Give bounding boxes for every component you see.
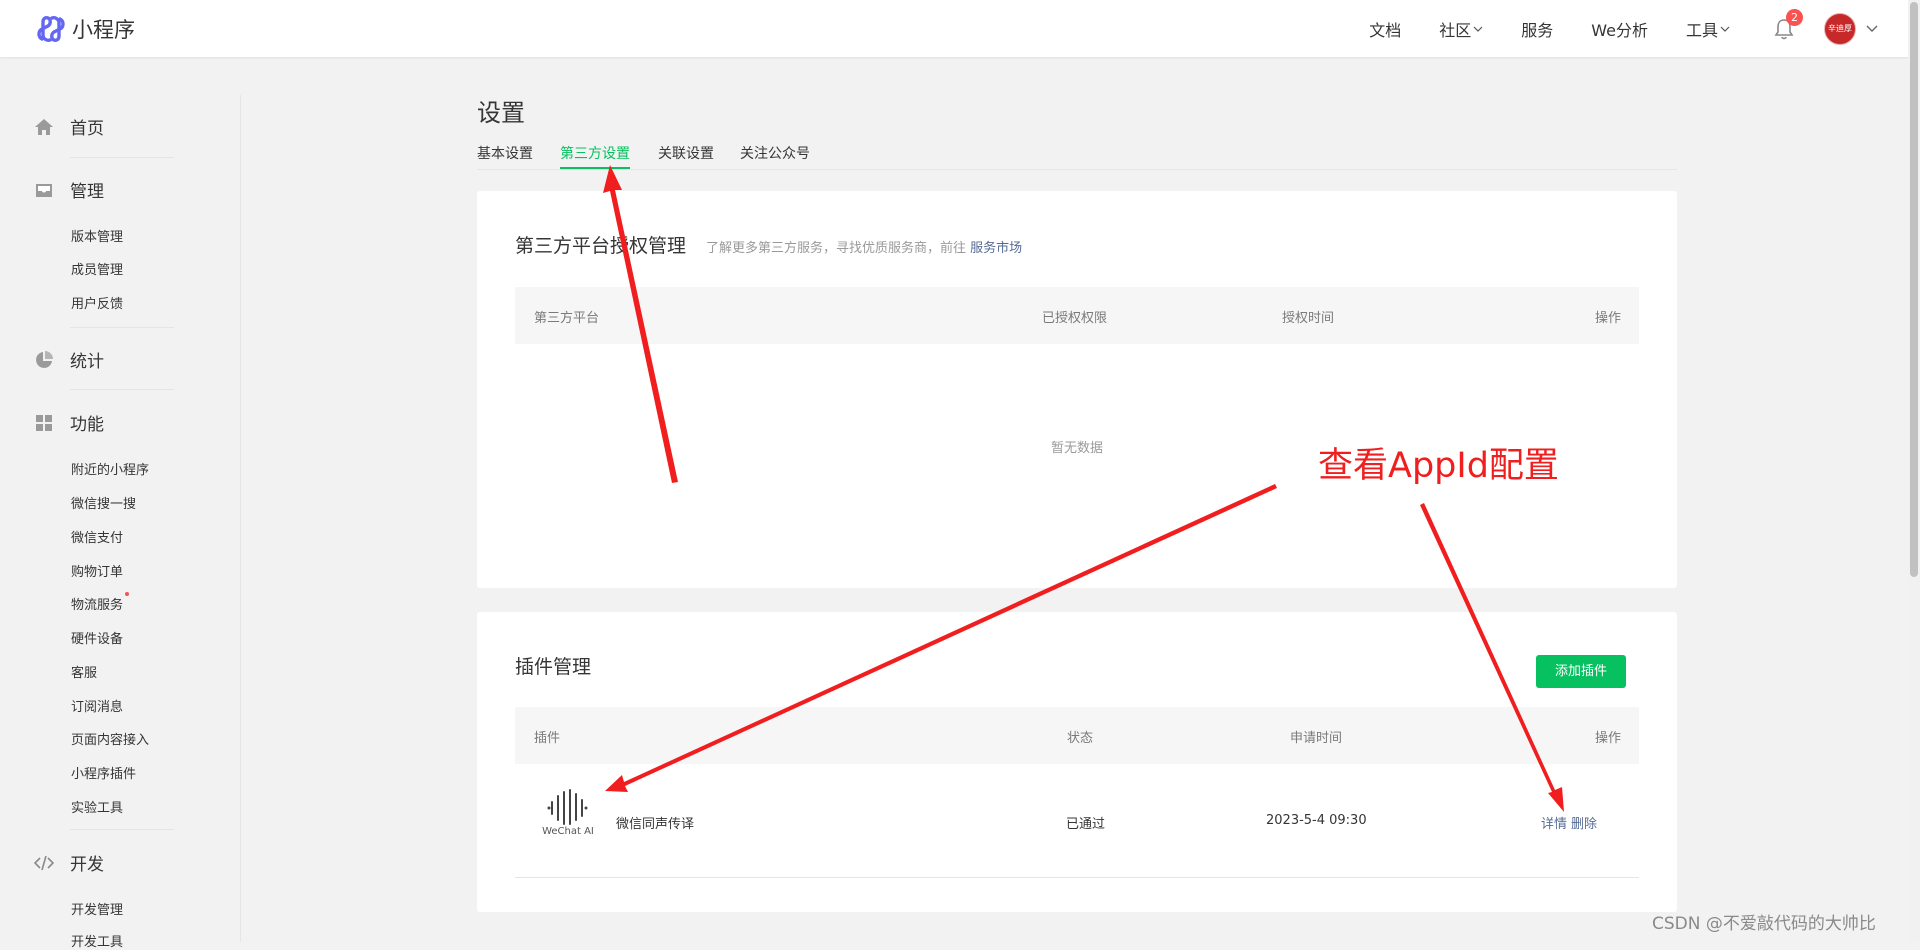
sidebar-separator bbox=[70, 829, 174, 830]
service-market-link[interactable]: 服务市场 bbox=[970, 241, 1022, 256]
col-auth-time: 授权时间 bbox=[1282, 311, 1335, 326]
table-row: WeChat AI 微信同声传译 已通过 2023-5-4 09:30 详情 删… bbox=[515, 764, 1639, 878]
sidebar-item-plugins[interactable]: 小程序插件 bbox=[71, 763, 136, 782]
app-name: 小程序 bbox=[72, 18, 135, 42]
nav-we-analysis-label: We分析 bbox=[1591, 20, 1648, 40]
sidebar-item-nearby[interactable]: 附近的小程序 bbox=[71, 459, 149, 478]
col-permissions: 已授权权限 bbox=[1042, 311, 1108, 326]
plugin-detail-link[interactable]: 详情 bbox=[1541, 813, 1567, 832]
inbox-icon bbox=[36, 183, 52, 197]
home-icon bbox=[35, 118, 53, 135]
watermark: CSDN @不爱敲代码的大帅比 bbox=[1652, 914, 1876, 934]
third-party-desc-text: 了解更多第三方服务，寻找优质服务商，前往 bbox=[706, 241, 967, 256]
sidebar-item-orders[interactable]: 购物订单 bbox=[71, 561, 123, 580]
sidebar-separator bbox=[70, 389, 174, 390]
sidebar-item-members[interactable]: 成员管理 bbox=[71, 259, 123, 278]
sidebar-item-dev-tools[interactable]: 开发工具 bbox=[71, 931, 123, 950]
col-actions: 操作 bbox=[1595, 311, 1622, 326]
plugin-title: 插件管理 bbox=[515, 656, 592, 678]
settings-tabs: 基本设置 第三方设置 关联设置 关注公众号 bbox=[477, 143, 1677, 170]
wechat-ai-logo: WeChat AI bbox=[541, 788, 595, 844]
sidebar-item-lab[interactable]: 实验工具 bbox=[71, 797, 123, 816]
third-party-title: 第三方平台授权管理 bbox=[515, 235, 687, 257]
notification-badge: 2 bbox=[1786, 8, 1803, 26]
sidebar-item-label: 管理 bbox=[70, 182, 104, 202]
sidebar-item-service[interactable]: 客服 bbox=[71, 662, 97, 681]
plugin-name: 微信同声传译 bbox=[616, 817, 695, 832]
add-plugin-button[interactable]: 添加插件 bbox=[1536, 655, 1626, 688]
nav-services[interactable]: 服务 bbox=[1521, 17, 1553, 41]
sidebar-item-label: 物流服务 bbox=[71, 598, 124, 613]
plugin-delete-link[interactable]: 删除 bbox=[1571, 813, 1597, 832]
plugin-table-header: 插件 状态 申请时间 操作 bbox=[515, 707, 1639, 764]
tab-follow-account[interactable]: 关注公众号 bbox=[740, 143, 810, 169]
avatar-text: 辛迪厚 bbox=[1828, 23, 1852, 33]
sidebar-item-subscribe[interactable]: 订阅消息 bbox=[71, 696, 123, 715]
nav-community-label: 社区 bbox=[1439, 20, 1472, 40]
top-nav: 文档 社区 服务 We分析 工具 2 辛迪厚 bbox=[1331, 0, 1920, 57]
nav-community[interactable]: 社区 bbox=[1439, 17, 1483, 41]
page-title: 设置 bbox=[477, 99, 525, 127]
scrollbar[interactable] bbox=[1908, 0, 1920, 942]
waveform-icon bbox=[547, 789, 588, 825]
sidebar-item-pay[interactable]: 微信支付 bbox=[71, 527, 123, 546]
scrollbar-thumb[interactable] bbox=[1910, 2, 1918, 577]
chevron-down-icon bbox=[1473, 26, 1483, 32]
nav-docs[interactable]: 文档 bbox=[1369, 17, 1401, 41]
sidebar-item-feedback[interactable]: 用户反馈 bbox=[71, 293, 123, 312]
chevron-down-icon bbox=[1720, 26, 1730, 32]
sidebar-item-manage[interactable]: 管理 bbox=[34, 177, 104, 202]
sidebar-item-logistics[interactable]: 物流服务 bbox=[71, 592, 130, 613]
nav-we-analysis[interactable]: We分析 bbox=[1591, 17, 1648, 41]
sidebar-separator bbox=[70, 327, 174, 328]
col-plugin-actions: 操作 bbox=[1595, 731, 1622, 746]
avatar[interactable]: 辛迪厚 bbox=[1824, 12, 1856, 45]
annotation-label: 查看AppId配置 bbox=[1318, 446, 1559, 486]
sidebar-item-label: 功能 bbox=[70, 415, 104, 435]
tab-related[interactable]: 关联设置 bbox=[658, 143, 714, 169]
sidebar-item-stats[interactable]: 统计 bbox=[34, 347, 104, 372]
plugin-apply-time: 2023-5-4 09:30 bbox=[1266, 813, 1367, 828]
col-platform: 第三方平台 bbox=[534, 311, 600, 326]
sidebar-item-dev[interactable]: 开发 bbox=[34, 850, 104, 875]
top-bar: 小程序 文档 社区 服务 We分析 工具 2 辛迪厚 bbox=[0, 0, 1920, 57]
sidebar-item-content[interactable]: 页面内容接入 bbox=[71, 729, 149, 748]
tab-third-party[interactable]: 第三方设置 bbox=[560, 143, 630, 169]
plugin-logo-caption: WeChat AI bbox=[542, 826, 594, 837]
plugin-card: 插件管理 添加插件 插件 状态 申请时间 操作 WeChat AI 微信同声传译… bbox=[477, 612, 1677, 912]
sidebar-item-features[interactable]: 功能 bbox=[34, 410, 104, 435]
notification-button[interactable]: 2 bbox=[1774, 8, 1803, 40]
grid-icon bbox=[36, 414, 52, 431]
sidebar-item-dev-manage[interactable]: 开发管理 bbox=[71, 899, 123, 918]
sidebar-item-hardware[interactable]: 硬件设备 bbox=[71, 628, 123, 647]
sidebar-item-home[interactable]: 首页 bbox=[34, 114, 104, 139]
code-icon bbox=[34, 855, 54, 870]
pie-chart-icon bbox=[36, 350, 53, 368]
col-status: 状态 bbox=[1067, 731, 1094, 746]
plugin-status: 已通过 bbox=[1066, 817, 1106, 832]
tab-basic[interactable]: 基本设置 bbox=[477, 143, 533, 169]
sidebar-item-version[interactable]: 版本管理 bbox=[71, 226, 123, 245]
sidebar-item-label: 开发 bbox=[70, 855, 104, 875]
nav-services-label: 服务 bbox=[1521, 20, 1554, 40]
third-party-desc: 了解更多第三方服务，寻找优质服务商，前往 服务市场 bbox=[706, 237, 1022, 256]
nav-tools[interactable]: 工具 bbox=[1686, 17, 1730, 41]
brand[interactable]: 小程序 bbox=[36, 14, 135, 44]
sidebar-item-search[interactable]: 微信搜一搜 bbox=[71, 493, 136, 512]
chevron-down-icon[interactable] bbox=[1866, 25, 1878, 33]
nav-tools-label: 工具 bbox=[1685, 20, 1718, 40]
nav-docs-label: 文档 bbox=[1369, 20, 1402, 40]
col-apply-time: 申请时间 bbox=[1290, 731, 1343, 746]
col-plugin: 插件 bbox=[534, 731, 561, 746]
sidebar-item-label: 首页 bbox=[70, 119, 104, 139]
mini-program-logo-icon bbox=[37, 16, 65, 42]
third-party-table-header: 第三方平台 已授权权限 授权时间 操作 bbox=[515, 287, 1639, 344]
sidebar-separator bbox=[70, 157, 174, 158]
new-dot bbox=[125, 592, 130, 596]
sidebar-item-label: 统计 bbox=[70, 352, 104, 372]
third-party-card: 第三方平台授权管理 了解更多第三方服务，寻找优质服务商，前往 服务市场 第三方平… bbox=[477, 191, 1677, 588]
sidebar-divider bbox=[240, 95, 241, 942]
